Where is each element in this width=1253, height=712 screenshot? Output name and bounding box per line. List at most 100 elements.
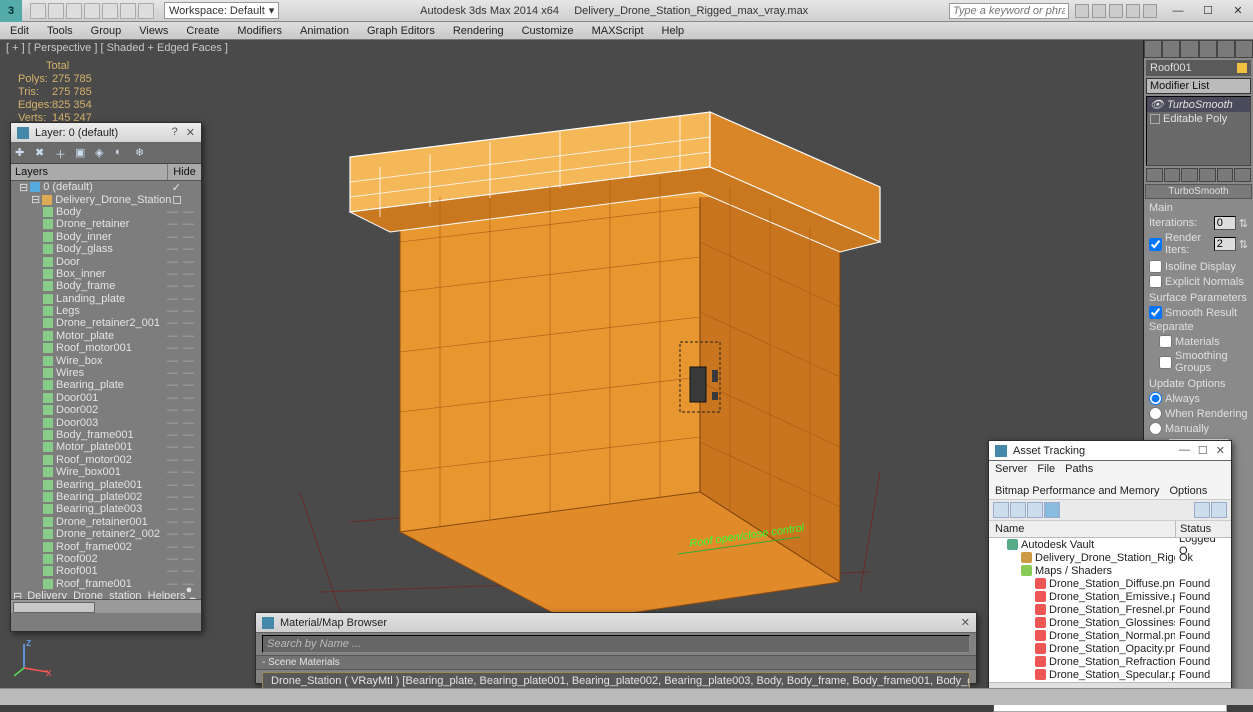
tool-btn[interactable] (1211, 502, 1227, 518)
menu-tools[interactable]: Tools (47, 25, 73, 37)
close-button[interactable]: ✕ (1216, 444, 1225, 457)
icon[interactable] (1109, 4, 1123, 18)
layer-item[interactable]: ⊟Delivery_Drone_Station (11, 193, 201, 205)
command-panel-tabs[interactable] (1144, 40, 1253, 58)
layer-item[interactable]: Bearing_plate003— — (11, 503, 201, 515)
asset-menu-item[interactable]: Server (995, 463, 1027, 475)
name-column-header[interactable]: Name (989, 521, 1175, 537)
layer-item[interactable]: Roof_frame002— — (11, 540, 201, 552)
tool-btn[interactable] (993, 502, 1009, 518)
stack-buttons[interactable] (1146, 168, 1251, 182)
layer-item[interactable]: Landing_plate— — (11, 293, 201, 305)
tool-btn[interactable] (1010, 502, 1026, 518)
selected-object-name[interactable]: Roof001 (1146, 60, 1251, 76)
maximize-button[interactable]: ☐ (1198, 444, 1208, 457)
asset-row[interactable]: Drone_Station_Normal.pngFound (989, 629, 1231, 642)
isoline-checkbox[interactable] (1149, 260, 1162, 273)
spinner-arrows[interactable]: ⇅ (1239, 238, 1248, 251)
icon[interactable] (1126, 4, 1140, 18)
layer-scrollbar[interactable] (11, 599, 201, 613)
layer-item[interactable]: Drone_retainer— — (11, 218, 201, 230)
layer-item[interactable]: Roof002— — (11, 553, 201, 565)
iterations-spinner[interactable]: 0 (1214, 216, 1236, 230)
menu-graph-editors[interactable]: Graph Editors (367, 25, 435, 37)
qat-btn[interactable] (48, 3, 64, 19)
modifier-list-dropdown[interactable]: Modifier List (1146, 78, 1251, 94)
layer-item[interactable]: Drone_retainer001— — (11, 516, 201, 528)
layer-item[interactable]: Drone_retainer2_001— — (11, 317, 201, 329)
minimize-button[interactable]: — (1163, 1, 1193, 21)
asset-row[interactable]: Drone_Station_Fresnel.pngFound (989, 603, 1231, 616)
layer-tree[interactable]: ⊟0 (default)✓⊟Delivery_Drone_StationBody… (11, 181, 201, 599)
asset-menu-item[interactable]: Paths (1065, 463, 1093, 475)
layer-item[interactable]: Bearing_plate002— — (11, 491, 201, 503)
qat-btn[interactable] (138, 3, 154, 19)
layer-item[interactable]: Door001— — (11, 392, 201, 404)
layer-item[interactable]: Door003— — (11, 416, 201, 428)
tool-btn[interactable] (1044, 502, 1060, 518)
icon[interactable] (1092, 4, 1106, 18)
asset-row[interactable]: Drone_Station_Opacity.pngFound (989, 642, 1231, 655)
tool-btn[interactable] (1194, 502, 1210, 518)
layer-item[interactable]: Wire_box001— — (11, 466, 201, 478)
app-logo[interactable]: 3 (0, 0, 22, 22)
layer-item[interactable]: Body_inner— — (11, 231, 201, 243)
update-always-radio[interactable] (1149, 392, 1162, 405)
menu-maxscript[interactable]: MAXScript (592, 25, 644, 37)
object-color-swatch[interactable] (1237, 63, 1247, 73)
qat-btn[interactable] (30, 3, 46, 19)
new-layer-icon[interactable]: ✚ (15, 146, 29, 160)
close-button[interactable]: ✕ (961, 616, 970, 629)
menu-create[interactable]: Create (186, 25, 219, 37)
status-column-header[interactable]: Status (1175, 521, 1231, 537)
delete-icon[interactable]: ✖ (35, 146, 49, 160)
asset-list[interactable]: Autodesk VaultLogged ODelivery_Drone_Sta… (989, 538, 1231, 682)
layer-item[interactable]: Wires— — (11, 367, 201, 379)
qat-btn[interactable] (102, 3, 118, 19)
menu-help[interactable]: Help (662, 25, 685, 37)
minimize-button[interactable]: — (1179, 444, 1190, 457)
material-group-header[interactable]: - Scene Materials (256, 655, 976, 670)
workspace-selector[interactable]: Workspace: Default▾ (164, 2, 279, 19)
highlight-icon[interactable]: ◈ (95, 146, 109, 160)
menu-edit[interactable]: Edit (10, 25, 29, 37)
tool-btn[interactable] (1027, 502, 1043, 518)
layer-item[interactable]: Door002— — (11, 404, 201, 416)
layer-item[interactable]: ⊟Delivery_Drone_station_Helpers● 👁 (11, 590, 201, 599)
layer-item[interactable]: Drone_retainer2_002— — (11, 528, 201, 540)
layers-column-header[interactable]: Layers (11, 164, 167, 180)
layer-item[interactable]: Roof_frame001— — (11, 578, 201, 590)
layer-item[interactable]: Bearing_plate001— — (11, 478, 201, 490)
menu-modifiers[interactable]: Modifiers (237, 25, 282, 37)
asset-menu-item[interactable]: Options (1169, 485, 1207, 497)
viewport-label[interactable]: [ + ] [ Perspective ] [ Shaded + Edged F… (6, 42, 228, 54)
asset-menu-item[interactable]: Bitmap Performance and Memory (995, 485, 1159, 497)
menu-rendering[interactable]: Rendering (453, 25, 504, 37)
menu-group[interactable]: Group (91, 25, 122, 37)
hide-column-header[interactable]: Hide (167, 164, 201, 180)
icon[interactable] (1143, 4, 1157, 18)
asset-row[interactable]: Drone_Station_Emissive.pngFound (989, 590, 1231, 603)
layer-item[interactable]: Box_inner— — (11, 268, 201, 280)
layer-item[interactable]: Body— — (11, 206, 201, 218)
layer-item[interactable]: Door— — (11, 255, 201, 267)
asset-row[interactable]: Delivery_Drone_Station_Rigged_max_vray.m… (989, 551, 1231, 564)
eye-icon[interactable]: 👁 (1150, 98, 1164, 111)
asset-row[interactable]: Drone_Station_Refraction.pngFound (989, 655, 1231, 668)
rollout-header-turbosmooth[interactable]: TurboSmooth (1145, 184, 1252, 199)
asset-row[interactable]: Drone_Station_Specular.pngFound (989, 668, 1231, 681)
layer-item[interactable]: Roof001— — (11, 565, 201, 577)
update-manual-radio[interactable] (1149, 422, 1162, 435)
explicit-normals-checkbox[interactable] (1149, 275, 1162, 288)
update-render-radio[interactable] (1149, 407, 1162, 420)
qat-btn[interactable] (84, 3, 100, 19)
freeze-icon[interactable]: ❄ (135, 146, 149, 160)
separate-smgroups-checkbox[interactable] (1159, 356, 1172, 369)
layer-item[interactable]: Bearing_plate— — (11, 379, 201, 391)
help-search-input[interactable] (949, 3, 1069, 19)
icon[interactable] (1075, 4, 1089, 18)
modifier-stack[interactable]: 👁TurboSmooth Editable Poly (1146, 96, 1251, 166)
layer-item[interactable]: Roof_motor002— — (11, 454, 201, 466)
qat-btn[interactable] (66, 3, 82, 19)
smooth-result-checkbox[interactable] (1149, 306, 1162, 319)
